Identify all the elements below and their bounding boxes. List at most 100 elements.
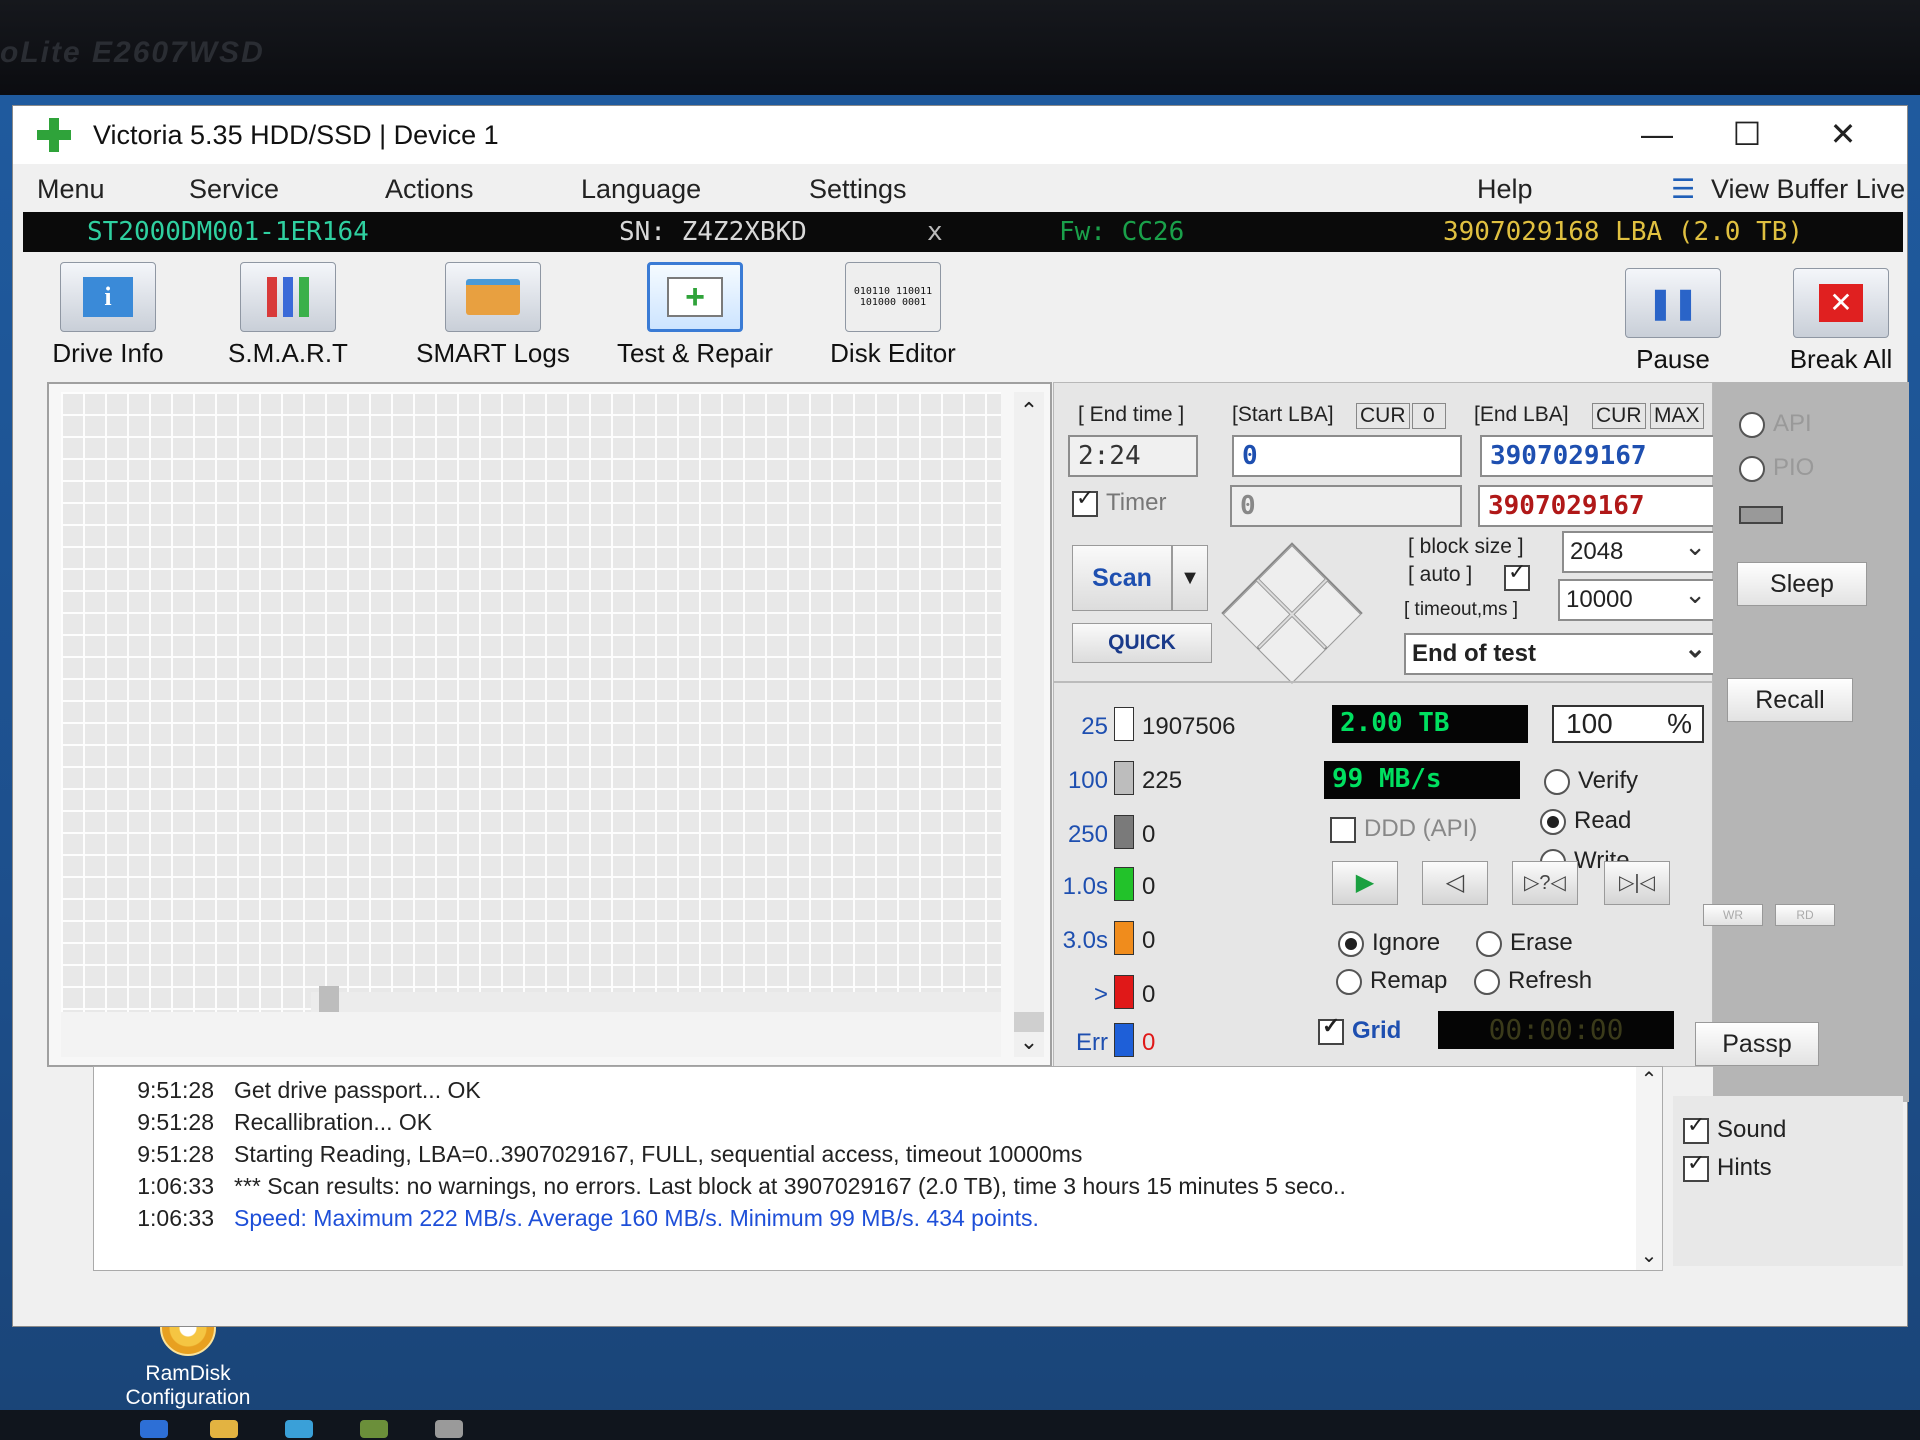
counter-swatch	[1114, 975, 1134, 1009]
disk-editor-button[interactable]: 010110 110011 101000 0001 Disk Editor	[813, 262, 973, 369]
start-lba-field[interactable]: 0	[1232, 435, 1462, 477]
play-button[interactable]: ▶	[1332, 861, 1398, 905]
divider	[1054, 681, 1714, 683]
percent-sign: %	[1667, 708, 1692, 739]
desktop-icon-label-2: Configuration	[125, 1386, 251, 1409]
green-cross-icon	[37, 118, 71, 152]
device-model[interactable]: ST2000DM001-1ER164	[87, 212, 369, 252]
erase-radio[interactable]: Erase	[1476, 929, 1573, 957]
counter-swatch	[1114, 707, 1134, 741]
info-icon: i	[60, 262, 156, 332]
grid-checkbox[interactable]: Grid	[1318, 1013, 1401, 1045]
pio-radio[interactable]: PIO	[1739, 454, 1814, 482]
app-icon-2[interactable]	[435, 1420, 463, 1438]
log-scroll-down-icon[interactable]: ⌄	[1636, 1243, 1662, 1268]
folder-icon[interactable]	[210, 1420, 238, 1438]
browser-icon[interactable]	[285, 1420, 313, 1438]
log-message: Recallibration... OK	[234, 1109, 433, 1135]
quick-button[interactable]: QUICK	[1072, 623, 1212, 663]
timer-field[interactable]: 0	[1230, 485, 1462, 527]
rd-button[interactable]: RD	[1775, 904, 1835, 926]
victoria-window: Victoria 5.35 HDD/SSD | Device 1 — ☐ ✕ M…	[12, 105, 1909, 1327]
menu-language[interactable]: Language	[581, 174, 701, 205]
counter-label: 1.0s	[1062, 873, 1108, 900]
size-display: 2.00 TB	[1332, 705, 1528, 743]
menu-help[interactable]: Help	[1477, 174, 1533, 205]
start-zero-button[interactable]: 0	[1412, 403, 1446, 429]
drive-info-label: Drive Info	[52, 338, 164, 368]
counter-label: 3.0s	[1062, 927, 1108, 954]
smart-logs-button[interactable]: SMART Logs	[413, 262, 573, 369]
passp-button[interactable]: Passp	[1695, 1022, 1819, 1066]
counter-swatch	[1114, 921, 1134, 955]
menu-actions[interactable]: Actions	[385, 174, 474, 205]
verify-radio[interactable]: Verify	[1544, 767, 1638, 795]
menu-settings[interactable]: Settings	[809, 174, 907, 205]
scan-button[interactable]: Scan	[1072, 545, 1172, 611]
maximize-button[interactable]: ☐	[1717, 114, 1777, 154]
recall-button[interactable]: Recall	[1727, 678, 1853, 722]
percent-display: 100 %	[1552, 705, 1704, 743]
remap-radio[interactable]: Remap	[1336, 967, 1447, 995]
counter-value: 225	[1142, 767, 1183, 794]
scroll-up-icon[interactable]: ⌃	[1014, 398, 1044, 424]
butterfly-button[interactable]: ▷|◁	[1604, 861, 1670, 905]
device-bar: ST2000DM001-1ER164 SN: Z4Z2XBKD x Fw: CC…	[23, 212, 1903, 252]
timer-checkbox[interactable]: Timer	[1072, 485, 1166, 517]
refresh-radio[interactable]: Refresh	[1474, 967, 1592, 995]
block-size-select[interactable]: 2048	[1562, 527, 1716, 573]
start-icon[interactable]	[140, 1420, 168, 1438]
hints-checkbox[interactable]: Hints	[1683, 1150, 1772, 1182]
pause-button[interactable]: ❚❚ Pause	[1613, 268, 1733, 375]
reverse-button[interactable]: ◁	[1422, 861, 1488, 905]
log-time: 1:06:33	[137, 1173, 214, 1199]
drive-info-button[interactable]: i Drive Info	[43, 262, 173, 369]
end-time-field[interactable]: 2:24	[1068, 435, 1198, 477]
timeout-label: [ timeout,ms ]	[1404, 599, 1519, 620]
device-close-icon[interactable]: x	[927, 212, 943, 252]
ddd-api-checkbox[interactable]: DDD (API)	[1330, 815, 1477, 843]
break-all-button[interactable]: ✕ Break All	[1781, 268, 1901, 375]
log-scroll-up-icon[interactable]: ⌃	[1636, 1067, 1662, 1092]
scroll-down-icon[interactable]: ⌄	[1014, 1029, 1044, 1055]
timeout-select[interactable]: 10000	[1558, 575, 1716, 621]
indicator-box	[1739, 506, 1783, 524]
api-radio[interactable]: API	[1739, 410, 1812, 438]
menu-service[interactable]: Service	[189, 174, 279, 205]
ignore-radio[interactable]: Ignore	[1338, 929, 1440, 957]
scan-dropdown-icon[interactable]: ▼	[1172, 545, 1208, 611]
log-message: Starting Reading, LBA=0..3907029167, FUL…	[234, 1141, 1083, 1167]
sound-checkbox[interactable]: Sound	[1683, 1112, 1786, 1144]
menu-view-buffer-live[interactable]: View Buffer Live	[1711, 174, 1905, 205]
log-time: 1:06:33	[137, 1205, 214, 1231]
end-cur-button[interactable]: CUR	[1592, 403, 1646, 429]
read-radio[interactable]: Read	[1540, 807, 1631, 835]
random-button[interactable]: ▷?◁	[1512, 861, 1578, 905]
options-panel: Sound Hints	[1673, 1096, 1903, 1266]
device-serial: SN: Z4Z2XBKD	[619, 217, 807, 247]
smart-button[interactable]: S.M.A.R.T	[223, 262, 353, 369]
end-lba-field[interactable]: 3907029167	[1480, 435, 1730, 477]
counter-swatch	[1114, 1023, 1134, 1057]
counter-label: 25	[1081, 713, 1108, 740]
end-lba-label: [End LBA]	[1474, 403, 1569, 426]
sleep-button[interactable]: Sleep	[1737, 562, 1867, 606]
end-action-select[interactable]: End of test	[1404, 629, 1716, 675]
app-icon[interactable]	[360, 1420, 388, 1438]
close-button[interactable]: ✕	[1813, 114, 1873, 154]
navigation-pad	[1221, 542, 1363, 684]
wr-button[interactable]: WR	[1703, 904, 1763, 926]
log-scrollbar[interactable]: ⌃ ⌄	[1636, 1067, 1662, 1270]
test-repair-button[interactable]: + Test & Repair	[605, 262, 785, 369]
minimize-button[interactable]: —	[1627, 114, 1687, 154]
test-tubes-icon	[240, 262, 336, 332]
menu-menu[interactable]: Menu	[37, 174, 105, 205]
end-max-button[interactable]: MAX	[1650, 403, 1704, 429]
start-cur-button[interactable]: CUR	[1356, 403, 1410, 429]
map-scrollbar[interactable]: ⌃ ⌄	[1014, 392, 1044, 1057]
end-time-label: [ End time ]	[1078, 403, 1185, 426]
event-log: ⌃ ⌄ 9:51:28 Get drive passport... OK 9:51:…	[93, 1066, 1663, 1271]
end-lba-field-2[interactable]: 3907029167	[1478, 485, 1728, 527]
test-repair-label: Test & Repair	[616, 338, 774, 368]
disk-editor-label: Disk Editor	[830, 338, 956, 368]
